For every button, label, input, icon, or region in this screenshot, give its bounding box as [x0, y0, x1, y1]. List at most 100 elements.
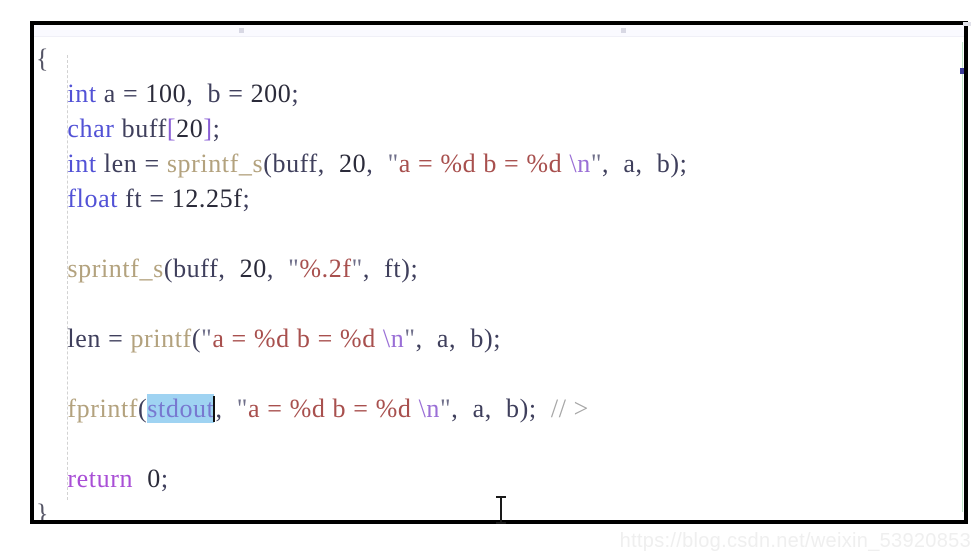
string-literal: a = %d b = %d	[248, 394, 419, 423]
selected-token[interactable]: stdout	[147, 394, 215, 423]
code-token: (	[191, 324, 202, 353]
scroll-nub	[963, 22, 971, 26]
line-close-brace[interactable]: }	[34, 496, 964, 524]
keyword: int	[67, 79, 97, 108]
code-token: ;	[160, 464, 169, 493]
line-blank-2[interactable]	[34, 286, 964, 321]
line-blank-3[interactable]	[34, 356, 964, 391]
code-token: ,	[215, 394, 237, 423]
string-literal: "	[236, 394, 248, 423]
escape-sequence: \n	[382, 324, 405, 353]
code-token: ;	[291, 79, 300, 108]
keyword: return	[67, 464, 134, 493]
string-literal: "	[404, 324, 416, 353]
code-token: ;	[242, 184, 251, 213]
line-int-len-sprintf-s[interactable]: int len = sprintf_s(buff, 20, "a = %d b …	[34, 146, 964, 181]
code-token: ;	[212, 114, 221, 143]
string-literal: "	[351, 254, 363, 283]
number-literal: 20	[239, 254, 267, 283]
code-token: (	[163, 254, 174, 283]
line-float-ft[interactable]: float ft = 12.25f;	[34, 181, 964, 216]
code-token: ,	[362, 254, 385, 283]
line-char-buff[interactable]: char buff[20];	[34, 111, 964, 146]
line-len-printf[interactable]: len = printf("a = %d b = %d \n", a, b);	[34, 321, 964, 356]
keyword: float	[67, 184, 119, 213]
number-literal: 100	[145, 79, 187, 108]
code-token: ,	[186, 79, 208, 108]
string-literal: "	[387, 149, 399, 178]
escape-sequence: \n	[569, 149, 591, 178]
function-name: fprintf	[67, 394, 139, 423]
code-token: ,	[366, 149, 388, 178]
identifier: a	[472, 394, 485, 423]
code-token: ,	[415, 324, 437, 353]
line-blank-1[interactable]	[34, 216, 964, 251]
code-token: ,	[266, 254, 289, 283]
number-literal: 0	[147, 464, 161, 493]
identifier: b	[506, 394, 520, 423]
number-literal: 20	[339, 149, 367, 178]
string-literal: "	[590, 149, 603, 178]
code-editor-pane[interactable]: { int a = 100, b = 200; char buff[20]; i…	[30, 21, 968, 524]
string-literal: a = %d b = %d	[398, 149, 570, 178]
code-token: );	[483, 324, 502, 353]
identifier: len	[67, 324, 101, 353]
escape-sequence: \n	[418, 394, 441, 423]
line-fprintf-stdout[interactable]: fprintf(stdout, "a = %d b = %d \n", a, b…	[34, 391, 964, 426]
identifier: b	[207, 79, 222, 108]
line-sprintf-s-float[interactable]: sprintf_s(buff, 20, "%.2f", ft);	[34, 251, 964, 286]
identifier: buff	[121, 114, 167, 143]
code-token: ,	[451, 394, 473, 423]
code-text-area[interactable]: { int a = 100, b = 200; char buff[20]; i…	[34, 36, 964, 520]
identifier: b	[656, 149, 671, 178]
string-literal: "	[288, 254, 300, 283]
line-return[interactable]: return 0;	[34, 461, 964, 496]
line-int-a-b[interactable]: int a = 100, b = 200;	[34, 76, 964, 111]
code-token: ,	[317, 149, 340, 178]
code-comment: // >	[550, 394, 589, 423]
function-name: sprintf_s	[67, 254, 164, 283]
number-literal: 200	[250, 79, 292, 108]
identifier: a	[623, 149, 636, 178]
identifier: ft	[125, 184, 143, 213]
code-token: ]	[203, 114, 213, 143]
line-blank-4[interactable]	[34, 426, 964, 461]
keyword: char	[67, 114, 115, 143]
code-token: =	[137, 149, 167, 178]
code-token: [	[166, 114, 177, 143]
vertical-green-guide	[962, 42, 963, 512]
code-token: =	[115, 79, 146, 108]
function-name: sprintf_s	[166, 149, 264, 178]
ruler-tick	[964, 28, 968, 33]
identifier: b	[470, 324, 484, 353]
string-literal: "	[201, 324, 213, 353]
code-token: );	[670, 149, 688, 178]
keyword: int	[67, 149, 97, 178]
number-literal: 20	[176, 114, 204, 143]
number-literal: 12.25f	[171, 184, 243, 213]
ruler-tick	[621, 28, 626, 33]
function-name: printf	[130, 324, 192, 353]
identifier: len	[103, 149, 138, 178]
ruler-tick	[239, 28, 244, 33]
string-literal: %.2f	[299, 254, 352, 283]
code-token: );	[401, 254, 419, 283]
string-literal: a = %d b = %d	[212, 324, 383, 353]
identifier: buff	[272, 149, 318, 178]
code-token: ,	[635, 149, 657, 178]
blue-marker	[960, 68, 964, 74]
block-brace: }	[36, 499, 50, 524]
code-token: ,	[602, 149, 624, 178]
identifier: a	[436, 324, 450, 353]
line-open-brace[interactable]: {	[34, 41, 964, 76]
